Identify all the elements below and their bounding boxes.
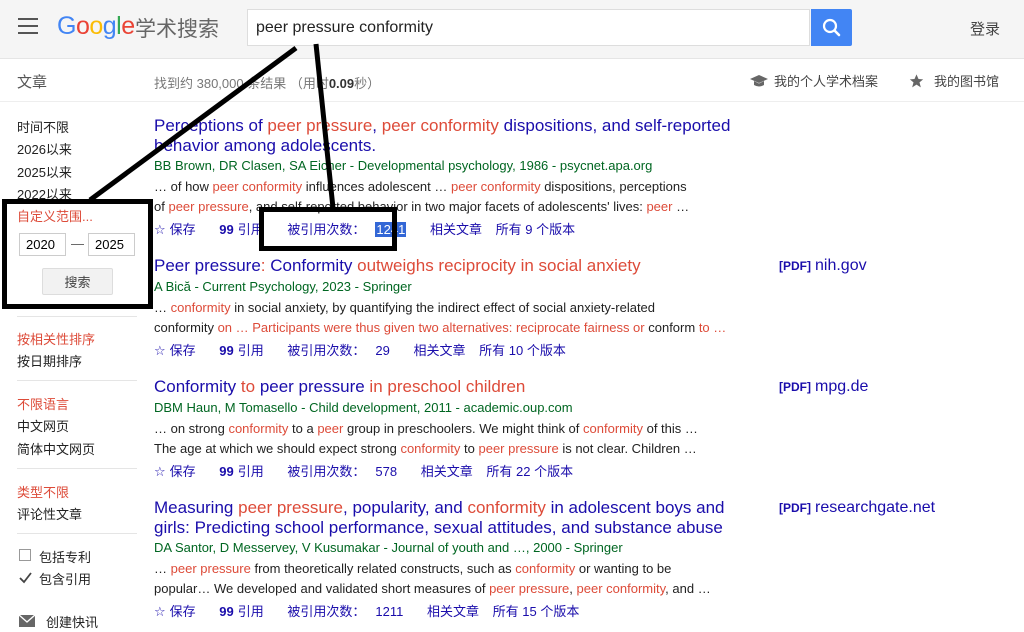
annotation-box-date-range — [2, 199, 153, 309]
annotation-box-cited-by — [259, 207, 397, 251]
annotation-lines — [88, 43, 336, 209]
